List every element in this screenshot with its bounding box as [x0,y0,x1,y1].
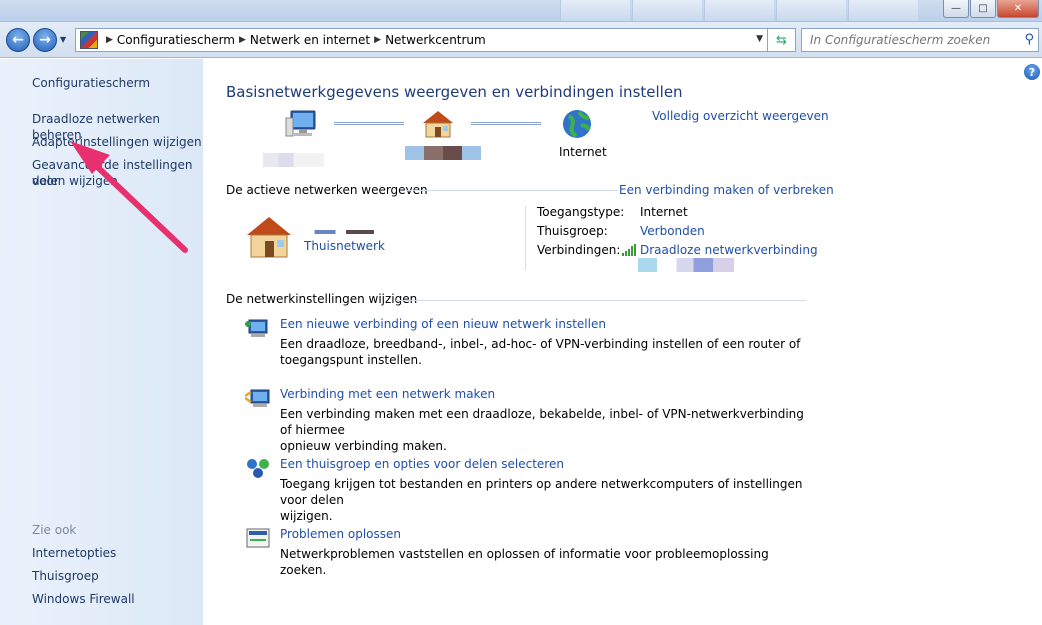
task-new-connection-link[interactable]: Een nieuwe verbinding of een nieuw netwe… [280,317,606,331]
connection-line [334,122,404,125]
troubleshoot-icon [246,528,270,548]
new-connection-icon [245,319,268,337]
arrow-left-icon: ← [12,32,24,48]
computer-name-redacted [248,153,324,167]
recent-pages-dropdown[interactable]: ▼ [60,35,70,45]
homegroup-label: Thuisgroep: [537,224,608,238]
task-desc-line: Een draadloze, breedband-, inbel-, ad-ho… [280,337,801,351]
wireless-connection-link[interactable]: Draadloze netwerkverbinding [640,243,818,257]
background-ribbon-tab [704,0,774,21]
ssid-redacted [638,258,734,272]
background-ribbon-tab [560,0,630,21]
task-connect-network-desc: Een verbinding maken met een draadloze, … [280,406,810,454]
see-also-heading: Zie ook [32,523,77,537]
chevron-down-icon[interactable]: ▼ [756,34,763,44]
access-type-value: Internet [640,205,688,219]
task-connect-network-link[interactable]: Verbinding met een netwerk maken [280,387,495,401]
refresh-button[interactable]: ⇆ [768,28,796,52]
task-homegroup-link[interactable]: Een thuisgroep en opties voor delen sele… [280,457,564,471]
section-title-active-networks: De actieve netwerken weergeven [226,183,428,197]
background-ribbon-tab [848,0,918,21]
sidebar-item-adapter-settings[interactable]: Adapterinstellingen wijzigen [32,134,202,150]
forward-button[interactable]: → [33,28,57,52]
help-icon[interactable]: ? [1024,64,1040,80]
page-title: Basisnetwerkgegevens weergeven en verbin… [226,83,683,101]
chevron-right-icon[interactable]: ▶ [102,35,117,45]
homegroup-icon [247,459,269,478]
search-box[interactable]: ⚲ [801,28,1039,52]
sidebar-item-homegroup[interactable]: Thuisgroep [32,568,99,584]
back-button[interactable]: ← [6,28,30,52]
search-icon[interactable]: ⚲ [1024,32,1034,47]
search-input[interactable] [810,33,1010,47]
sidebar-item-control-panel-home[interactable]: Configuratiescherm [32,75,150,91]
network-name-redacted [304,230,374,234]
arrow-right-icon: → [39,32,51,48]
title-bar: — □ ✕ [0,0,1042,22]
refresh-icon: ⇆ [776,32,787,48]
connection-line [471,122,541,125]
address-toolbar: ← → ▼ ▶ Configuratiescherm ▶ Netwerk en … [0,22,1042,58]
chevron-right-icon[interactable]: ▶ [370,35,385,45]
breadcrumb[interactable]: ▶ Configuratiescherm ▶ Netwerk en intern… [75,28,768,52]
access-type-label: Toegangstype: [537,205,625,219]
control-panel-icon [80,31,98,49]
task-desc-line: Netwerkproblemen vaststellen en oplossen… [280,547,769,577]
breadcrumb-network-internet[interactable]: Netwerk en internet [250,33,370,47]
connect-disconnect-link[interactable]: Een verbinding maken of verbreken [619,183,834,197]
sidebar-item-internet-options[interactable]: Internetopties [32,545,116,561]
internet-label: Internet [559,145,607,159]
sidebar-item-windows-firewall[interactable]: Windows Firewall [32,591,135,607]
task-troubleshoot-link[interactable]: Problemen oplossen [280,527,401,541]
homegroup-link[interactable]: Verbonden [640,224,705,238]
main-content: ? Basisnetwerkgegevens weergeven en verb… [203,59,1042,625]
vertical-divider [525,206,526,270]
sidebar: Configuratiescherm Draadloze netwerken b… [0,59,203,625]
connect-network-icon [245,389,270,407]
breadcrumb-network-center[interactable]: Netwerkcentrum [385,33,486,47]
sidebar-item-advanced-sharing-line2[interactable]: delen wijzigen [32,173,118,189]
divider [396,300,806,301]
task-homegroup-desc: Toegang krijgen tot bestanden en printer… [280,476,810,524]
task-desc-line: wijzigen. [280,509,333,523]
computer-icon [285,110,316,137]
background-ribbon-tab [632,0,702,21]
connections-label: Verbindingen: [537,243,621,257]
task-desc-line: Een verbinding maken met een draadloze, … [280,407,804,437]
task-desc-line: Toegang krijgen tot bestanden en printer… [280,477,803,507]
task-new-connection-desc: Een draadloze, breedband-, inbel-, ad-ho… [280,336,810,368]
task-desc-line: opnieuw verbinding maken. [280,439,447,453]
signal-bars-icon [622,244,636,256]
globe-icon[interactable] [561,108,593,140]
house-icon [247,217,291,258]
background-ribbon-tab [776,0,846,21]
network-name-redacted [405,146,481,160]
network-type-link[interactable]: Thuisnetwerk [304,239,385,253]
chevron-right-icon[interactable]: ▶ [235,35,250,45]
divider [406,190,618,191]
task-desc-line: toegangspunt instellen. [280,353,422,367]
minimize-button[interactable]: — [943,0,969,18]
maximize-button[interactable]: □ [970,0,996,18]
breadcrumb-control-panel[interactable]: Configuratiescherm [117,33,235,47]
section-title-change-settings: De netwerkinstellingen wijzigen [226,292,418,306]
house-icon[interactable] [421,109,455,139]
close-button[interactable]: ✕ [997,0,1039,18]
task-troubleshoot-desc: Netwerkproblemen vaststellen en oplossen… [280,546,810,578]
full-map-link[interactable]: Volledig overzicht weergeven [652,109,829,123]
